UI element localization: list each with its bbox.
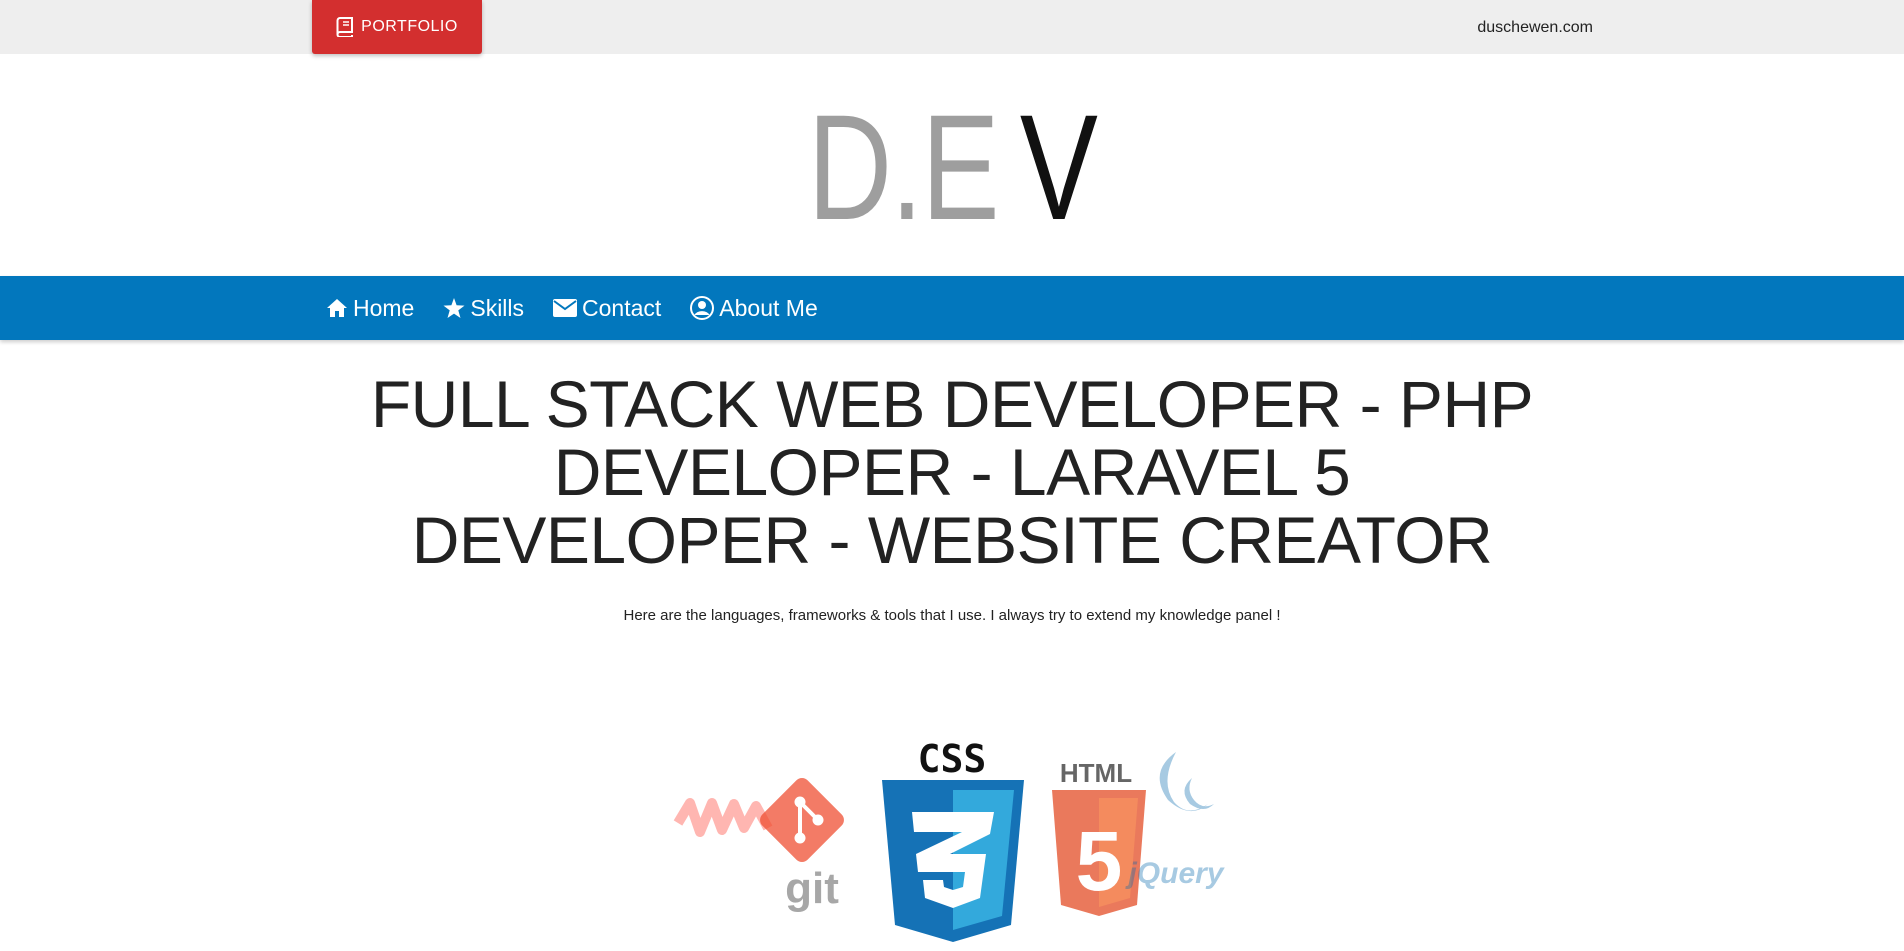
nav-label-about: About Me bbox=[719, 294, 818, 321]
envelope-icon bbox=[553, 299, 578, 317]
git-label: git bbox=[785, 864, 839, 913]
user-circle-icon bbox=[690, 296, 715, 320]
css-label: CSS bbox=[918, 737, 987, 781]
page-subtitle: Here are the languages, frameworks & too… bbox=[623, 607, 1281, 624]
site-logo[interactable]: D.E V bbox=[209, 92, 1694, 242]
logo-part-v: V bbox=[1019, 83, 1098, 251]
html-number: 5 bbox=[1076, 814, 1123, 908]
portfolio-button[interactable]: PORTFOLIO bbox=[312, 0, 482, 54]
star-icon bbox=[443, 297, 465, 318]
laravel-icon bbox=[673, 798, 773, 837]
nav-item-home[interactable]: Home bbox=[326, 295, 414, 322]
top-bar: PORTFOLIO duschewen.com bbox=[0, 0, 1904, 54]
nav-label-contact: Contact bbox=[582, 294, 662, 321]
page-headline: FULL STACK WEB DEVELOPER - PHP DEVELOPER… bbox=[370, 367, 1534, 577]
nav-label-skills: Skills bbox=[470, 294, 525, 321]
portfolio-label: PORTFOLIO bbox=[361, 18, 458, 35]
nav-item-contact[interactable]: Contact bbox=[553, 295, 661, 322]
logo-part-de: D.E bbox=[807, 83, 1000, 251]
home-icon bbox=[327, 299, 347, 317]
html-label: HTML bbox=[1060, 758, 1132, 788]
nav-item-about[interactable]: About Me bbox=[690, 294, 818, 322]
main-nav: Home Skills Contact About Me bbox=[0, 276, 1904, 340]
site-link[interactable]: duschewen.com bbox=[1477, 19, 1593, 37]
nav-label-home: Home bbox=[353, 294, 415, 321]
git-icon: git bbox=[760, 778, 844, 913]
book-icon bbox=[336, 17, 354, 37]
tech-logos: git CSS HTML 5 jQuery bbox=[0, 720, 1904, 946]
html5-icon: HTML 5 bbox=[1052, 758, 1146, 916]
jquery-label: jQuery bbox=[1124, 857, 1224, 890]
css3-icon: CSS bbox=[882, 737, 1024, 942]
nav-item-skills[interactable]: Skills bbox=[443, 295, 524, 322]
